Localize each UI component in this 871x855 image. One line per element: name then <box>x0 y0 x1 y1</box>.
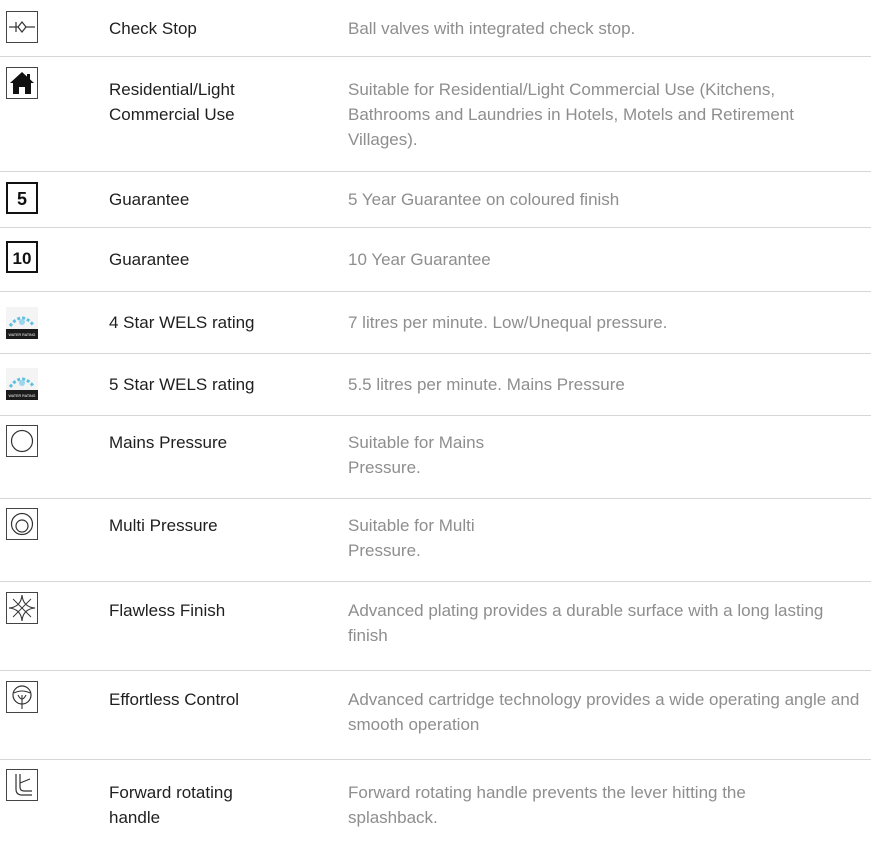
water-rating-label: WATER RATING <box>9 394 36 398</box>
water-rating-icon: WATER RATING <box>6 307 38 339</box>
feature-row-5-star-wels: WATER RATING 5 Star WELS rating 5.5 litr… <box>0 354 871 416</box>
feature-row-residential: Residential/Light Commercial Use Suitabl… <box>0 57 871 172</box>
feature-description: 5 Year Guarantee on coloured finish <box>348 190 620 209</box>
double-circle-icon <box>6 508 38 540</box>
feature-description: Advanced cartridge technology provides a… <box>348 690 860 734</box>
feature-name: Forward rotating handle <box>109 783 233 827</box>
description-line: Suitable for Multi <box>348 516 475 535</box>
feature-row-forward-handle: Forward rotating handle Forward rotating… <box>0 760 871 855</box>
feature-name: Guarantee <box>109 190 190 209</box>
feature-row-multi-pressure: Multi Pressure Suitable for Multi Pressu… <box>0 499 871 582</box>
guarantee-10-icon: 10 <box>6 241 38 273</box>
feature-name: Residential/Light Commercial Use <box>109 80 235 124</box>
feature-row-effortless-control: Effortless Control Advanced cartridge te… <box>0 671 871 760</box>
water-rating-label: WATER RATING <box>9 333 36 337</box>
feature-name: Check Stop <box>109 19 197 38</box>
circle-icon <box>6 425 38 457</box>
feature-description: Ball valves with integrated check stop. <box>348 19 636 38</box>
feature-name: Multi Pressure <box>109 516 218 535</box>
feature-name: 5 Star WELS rating <box>109 375 255 394</box>
feature-description: Advanced plating provides a durable surf… <box>348 601 824 645</box>
feature-row-flawless-finish: Flawless Finish Advanced plating provide… <box>0 582 871 671</box>
feature-row-mains-pressure: Mains Pressure Suitable for Mains Pressu… <box>0 416 871 499</box>
feature-row-guarantee-10: 10 Guarantee 10 Year Guarantee <box>0 228 871 292</box>
feature-name: Guarantee <box>109 250 190 269</box>
house-icon <box>6 67 38 99</box>
check-stop-icon <box>6 11 38 43</box>
feature-description: Suitable for Multi Pressure. <box>348 513 858 563</box>
feature-row-guarantee-5: 5 Guarantee 5 Year Guarantee on coloured… <box>0 172 871 228</box>
description-line: Suitable for Mains <box>348 433 485 452</box>
guarantee-5-icon: 5 <box>6 182 38 214</box>
feature-row-4-star-wels: WATER RATING 4 Star WELS rating 7 litres… <box>0 292 871 354</box>
feature-description: 10 Year Guarantee <box>348 250 491 269</box>
guarantee-5-icon-text: 5 <box>17 189 27 209</box>
feature-description: Suitable for Mains Pressure. <box>348 430 858 480</box>
description-line: Pressure. <box>348 458 421 477</box>
feature-description: 5.5 litres per minute. Mains Pressure <box>348 375 625 394</box>
sparkle-icon <box>6 592 38 624</box>
feature-name: Effortless Control <box>109 690 240 709</box>
water-rating-icon: WATER RATING <box>6 368 38 400</box>
feature-description: 7 litres per minute. Low/Unequal pressur… <box>348 313 668 332</box>
feature-row-check-stop: Check Stop Ball valves with integrated c… <box>0 0 871 57</box>
description-line: Pressure. <box>348 541 421 560</box>
feature-name: Mains Pressure <box>109 433 228 452</box>
feature-description: Suitable for Residential/Light Commercia… <box>348 80 795 149</box>
cartridge-control-icon <box>6 681 38 713</box>
forward-handle-icon <box>6 769 38 801</box>
guarantee-10-icon-text: 10 <box>13 249 32 268</box>
feature-name: 4 Star WELS rating <box>109 313 255 332</box>
feature-description: Forward rotating handle prevents the lev… <box>348 783 746 827</box>
feature-list: Check Stop Ball valves with integrated c… <box>0 0 871 855</box>
feature-name: Flawless Finish <box>109 601 226 620</box>
